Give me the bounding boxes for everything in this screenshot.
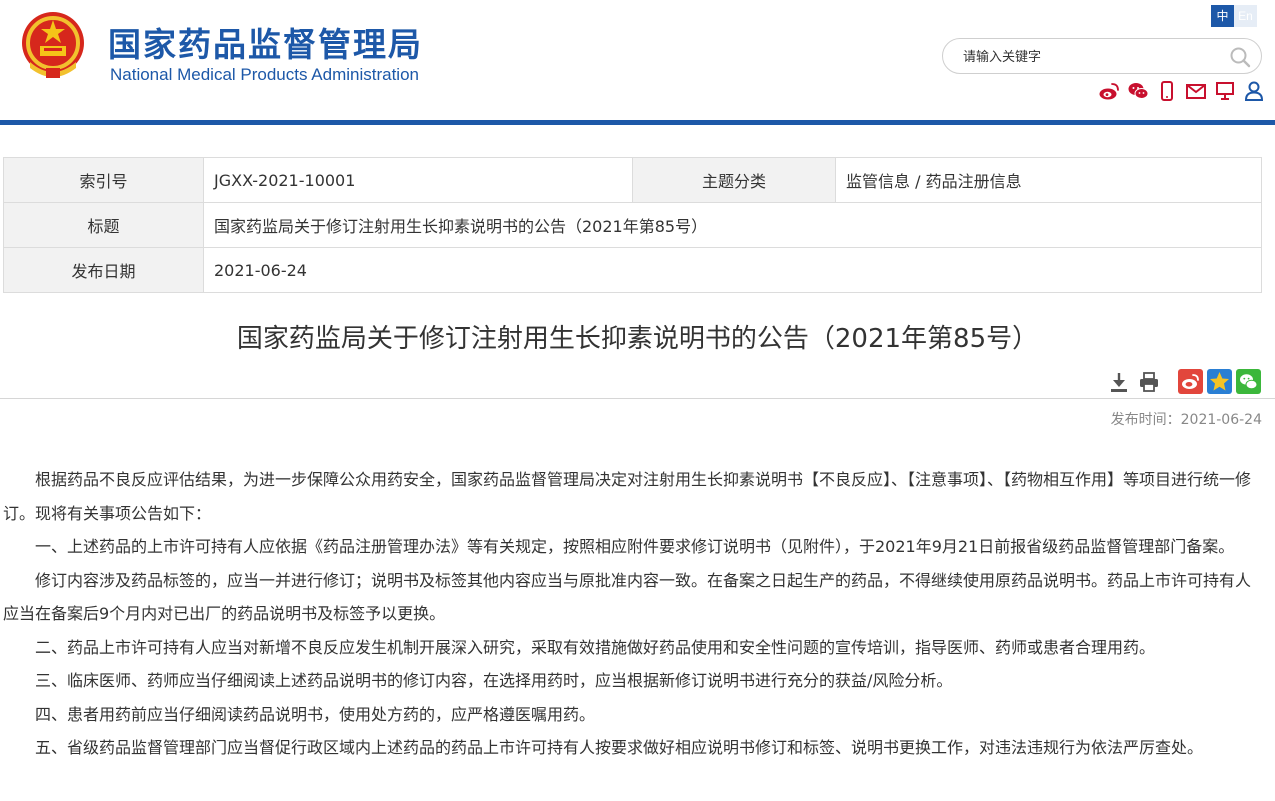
download-icon[interactable] [1108,371,1130,393]
site-header: 国家药品监督管理局 National Medical Products Admi… [0,0,1275,120]
article-divider [0,398,1275,399]
qzone-share-icon[interactable] [1207,369,1232,394]
index-value: JGXX-2021-10001 [203,157,633,203]
article-body: 根据药品不良反应评估结果，为进一步保障公众用药安全，国家药品监督管理局决定对注射… [3,463,1266,765]
mail-icon[interactable] [1185,80,1207,102]
print-icon[interactable] [1138,371,1160,393]
weibo-icon[interactable] [1098,80,1120,102]
category-label: 主题分类 [632,157,836,203]
monitor-icon[interactable] [1214,80,1236,102]
search-icon[interactable] [1229,46,1251,68]
wechat-icon[interactable] [1127,80,1149,102]
table-row: 发布日期 2021-06-24 [3,247,1262,293]
index-label: 索引号 [3,157,204,203]
date-value: 2021-06-24 [203,247,1262,293]
search-input[interactable] [963,47,1213,67]
table-row: 标题 国家药监局关于修订注射用生长抑素说明书的公告（2021年第85号） [3,202,1262,248]
social-links [1098,80,1265,102]
date-label: 发布日期 [3,247,204,293]
article-paragraph: 一、上述药品的上市许可持有人应依据《药品注册管理办法》等有关规定，按照相应附件要… [35,537,1235,556]
article-tools [1108,371,1160,393]
article-paragraph: 根据药品不良反应评估结果，为进一步保障公众用药安全，国家药品监督管理局决定对注射… [3,470,1252,523]
weibo-share-icon[interactable] [1178,369,1203,394]
language-switch: 中 En [1211,5,1257,27]
article-paragraph: 五、省级药品监督管理部门应当督促行政区域内上述药品的药品上市许可持有人按要求做好… [35,738,1204,757]
user-icon[interactable] [1243,80,1265,102]
site-logo-title[interactable]: 国家药品监督管理局 [108,18,423,66]
article-paragraph: 三、临床医师、药师应当仔细阅读上述药品说明书的修订内容，在选择用药时，应当根据新… [35,671,953,690]
lang-zh-button[interactable]: 中 [1211,5,1234,27]
document-info-table: 索引号 JGXX-2021-10001 主题分类 监管信息 / 药品注册信息 标… [3,157,1262,293]
article-title: 国家药监局关于修订注射用生长抑素说明书的公告（2021年第85号） [236,324,1039,354]
wechat-share-icon[interactable] [1236,369,1261,394]
article-paragraph: 四、患者用药前应当仔细阅读药品说明书，使用处方药的，应严格遵医嘱用药。 [35,704,596,724]
article-paragraph: 二、药品上市许可持有人应当对新增不良反应发生机制开展深入研究，采取有效措施做好药… [35,637,1156,657]
national-emblem-icon[interactable] [18,10,88,82]
article-paragraph: 修订内容涉及药品标签的，应当一并进行修订；说明书及标签其他内容应当与原批准内容一… [3,570,1252,624]
site-logo-subtitle[interactable]: National Medical Products Administration [110,65,419,85]
table-row: 索引号 JGXX-2021-10001 主题分类 监管信息 / 药品注册信息 [3,157,1262,203]
search-box [942,38,1262,74]
category-value: 监管信息 / 药品注册信息 [835,157,1262,203]
header-divider [0,120,1275,125]
lang-en-button[interactable]: En [1234,5,1257,27]
title-label: 标题 [3,202,204,248]
title-value: 国家药监局关于修订注射用生长抑素说明书的公告（2021年第85号） [203,202,1262,248]
share-tools [1178,369,1261,394]
mobile-icon[interactable] [1156,80,1178,102]
publish-time: 发布时间：2021-06-24 [1110,412,1262,428]
